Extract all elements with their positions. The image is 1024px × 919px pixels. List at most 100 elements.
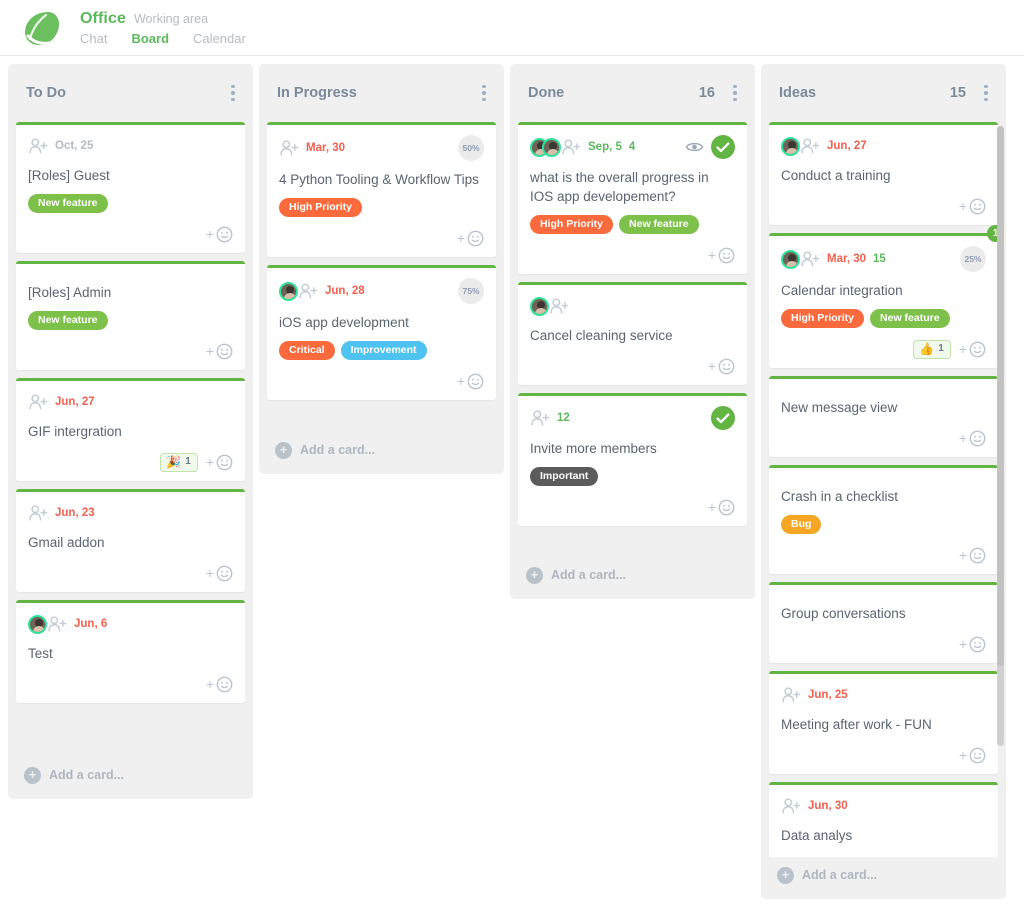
add-user-icon[interactable] (47, 615, 67, 633)
add-reaction-button[interactable]: + (708, 358, 735, 375)
board-card[interactable]: Cancel cleaning service + (518, 282, 747, 385)
add-reaction-button[interactable]: + (708, 499, 735, 516)
add-reaction-button[interactable]: + (206, 343, 233, 360)
add-reaction-button[interactable]: + (959, 636, 986, 653)
add-reaction-button[interactable]: + (959, 430, 986, 447)
card-tag[interactable]: New feature (28, 311, 108, 330)
card-tag[interactable]: New feature (28, 194, 108, 213)
card-avatars[interactable] (28, 614, 47, 634)
board-card[interactable]: 1 Mar, 30 15 25% Calendar integration High P… (769, 225, 1004, 368)
add-reaction-button[interactable]: + (457, 373, 484, 390)
board-column-to-do: To Do Oct, 25 [Roles] Guest New feature + … (8, 64, 253, 799)
add-card-button[interactable]: + Add a card... (275, 441, 375, 459)
board-card[interactable]: Jun, 25 Meeting after work - FUN + (769, 671, 998, 774)
card-tag[interactable]: Critical (279, 341, 335, 360)
add-reaction-button[interactable]: + (959, 747, 986, 764)
smiley-icon (216, 343, 233, 359)
completed-check-icon[interactable] (711, 406, 735, 430)
card-avatars[interactable] (781, 249, 800, 269)
board-card[interactable]: Jun, 23 Gmail addon + (16, 489, 245, 592)
add-user-icon[interactable] (28, 393, 48, 411)
card-tag[interactable]: Important (530, 467, 599, 486)
board-card[interactable]: Jun, 27 Conduct a training + (769, 122, 998, 225)
add-user-icon[interactable] (530, 409, 550, 427)
board-card[interactable]: New message view + (769, 376, 998, 457)
add-reaction-button[interactable]: + (206, 676, 233, 693)
add-reaction-button[interactable]: + (457, 230, 484, 247)
smiley-icon (216, 565, 233, 581)
add-user-icon[interactable] (800, 250, 820, 268)
board-card[interactable]: Jun, 30 Data analys + (769, 782, 998, 857)
add-reaction-button[interactable]: + (206, 454, 233, 471)
avatar[interactable] (781, 136, 800, 156)
add-user-icon[interactable] (279, 139, 299, 157)
scrollbar-thumb[interactable] (997, 126, 1004, 666)
board-card[interactable]: Group conversations + (769, 582, 998, 663)
avatar[interactable] (781, 249, 800, 269)
board-card[interactable]: 12 Invite more members Important + (518, 393, 747, 526)
add-reaction-button[interactable]: + (206, 565, 233, 582)
card-tag[interactable]: High Priority (530, 215, 614, 234)
reaction-count: 1 (185, 456, 191, 467)
board-card[interactable]: Sep, 5 4 what is the overall progress in … (518, 122, 747, 274)
column-scrollbar[interactable] (997, 126, 1004, 746)
add-card-button[interactable]: + Add a card... (526, 566, 626, 584)
card-tag[interactable]: Improvement (340, 341, 427, 360)
add-reaction-button[interactable]: + (708, 247, 735, 264)
add-reaction-button[interactable]: + (959, 341, 986, 358)
add-user-icon[interactable] (561, 138, 581, 156)
card-avatars[interactable] (781, 136, 800, 156)
add-user-icon[interactable] (781, 686, 801, 704)
column-menu-button[interactable] (227, 81, 239, 106)
add-user-icon[interactable] (298, 282, 318, 300)
kanban-board: To Do Oct, 25 [Roles] Guest New feature + … (0, 56, 1024, 919)
add-user-icon[interactable] (800, 137, 820, 155)
nav-item-chat[interactable]: Chat (80, 31, 107, 46)
board-card[interactable]: Jun, 28 75% iOS app development Critical Imp… (267, 265, 496, 400)
card-reaction[interactable]: 🎉 1 (160, 452, 198, 472)
completed-check-icon[interactable] (711, 135, 735, 159)
nav-item-calendar[interactable]: Calendar (193, 31, 246, 46)
add-reaction-button[interactable]: + (206, 226, 233, 243)
add-card-button[interactable]: + Add a card... (24, 766, 124, 784)
smiley-icon (969, 636, 986, 652)
add-reaction-button[interactable]: + (959, 547, 986, 564)
add-user-icon[interactable] (781, 797, 801, 815)
column-footer: + Add a card... (8, 757, 253, 799)
add-user-icon[interactable] (28, 504, 48, 522)
card-footer: + (781, 855, 986, 857)
column-menu-button[interactable] (478, 81, 490, 106)
watch-eye-icon[interactable] (685, 140, 704, 154)
card-tag-list: New feature (28, 311, 233, 330)
avatar[interactable] (530, 296, 549, 316)
add-user-icon[interactable] (549, 297, 569, 315)
card-tag[interactable]: High Priority (781, 309, 865, 328)
column-menu-button[interactable] (729, 81, 741, 106)
column-menu-button[interactable] (980, 81, 992, 106)
board-card[interactable]: Crash in a checklist Bug + (769, 465, 998, 574)
card-avatars[interactable] (530, 296, 549, 316)
card-reaction[interactable]: 👍 1 (913, 339, 951, 359)
board-card[interactable]: Mar, 30 50% 4 Python Tooling & Workflow Ti… (267, 122, 496, 257)
avatar[interactable] (28, 614, 47, 634)
nav-item-board[interactable]: Board (131, 31, 169, 46)
card-avatars[interactable] (530, 137, 561, 157)
avatar[interactable] (279, 281, 298, 301)
add-card-button[interactable]: + Add a card... (777, 866, 877, 884)
board-card[interactable]: Jun, 6 Test + (16, 600, 245, 703)
card-tag-list: Critical Improvement (279, 341, 484, 360)
add-user-icon[interactable] (28, 137, 48, 155)
board-card[interactable]: Oct, 25 [Roles] Guest New feature + (16, 122, 245, 253)
reaction-emoji: 👍 (919, 341, 935, 356)
card-tag[interactable]: High Priority (279, 198, 363, 217)
card-tag[interactable]: New feature (619, 215, 699, 234)
board-card[interactable]: Jun, 27 GIF intergration 🎉 1 + (16, 378, 245, 481)
add-reaction-button[interactable]: + (959, 198, 986, 215)
board-card[interactable]: [Roles] Admin New feature + (16, 261, 245, 370)
card-due-date: Jun, 30 (808, 800, 848, 812)
plus-icon: + (275, 441, 292, 459)
card-tag[interactable]: New feature (870, 309, 950, 328)
card-tag[interactable]: Bug (781, 515, 822, 534)
avatar[interactable] (542, 137, 561, 157)
card-avatars[interactable] (279, 281, 298, 301)
